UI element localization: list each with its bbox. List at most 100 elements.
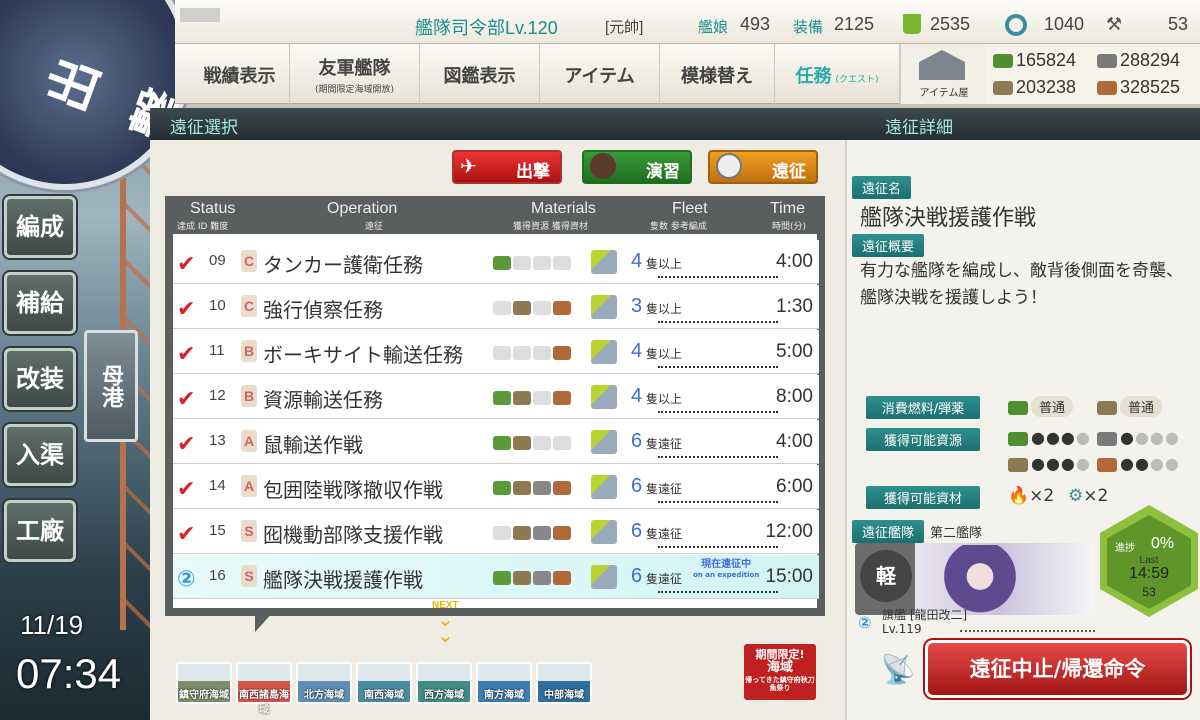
ammo-icon [1097,400,1117,415]
steel-icon [1097,54,1117,69]
steel-icon [533,481,551,495]
sea-area-tab[interactable]: 中部海域 [536,662,592,704]
on-expedition-text: 現在遠征中 [701,559,752,570]
row-fleet-count: 6 [631,520,643,542]
ammo-icon [513,256,531,270]
row-fleet-count: 3 [631,295,643,317]
ship-silhouettes [658,272,778,278]
gain-fuel-rating: ●●●● [1008,428,1091,447]
sea-area-tab[interactable]: 鎮守府海域 [176,662,232,704]
steel-icon [533,571,551,585]
steel-icon [1097,431,1117,446]
row-name: ボーキサイト輸送任務 [263,343,463,367]
event-area-line3: 帰ってきた鎮守府秋刀魚祭り [745,676,815,692]
admiral-rank: [元帥] [605,19,644,36]
sea-area-tab[interactable]: 西方海域 [416,662,472,704]
fuel-icon [993,54,1013,69]
row-fleet-count: 4 [631,250,643,272]
recall-expedition-button[interactable]: 遠征中止/帰還命令 [925,640,1190,698]
on-expedition-icon: ② [177,567,196,592]
ammo-icon [513,571,531,585]
row-difficulty: B [241,340,257,362]
tab-battle-record[interactable]: 戦績表示 [190,44,290,104]
player-name-redacted [180,8,220,22]
port-button[interactable]: 母港 [84,330,138,442]
header-status: Status [190,200,236,217]
remaining-time: 14:59 [1128,565,1170,582]
consume-ammo-value: 普通 [1120,396,1163,417]
item-shop-button[interactable]: アイテム屋 [900,44,985,104]
row-id: 14 [209,477,226,494]
row-difficulty: C [241,295,257,317]
table-row[interactable]: ✔ 12 B 資源輸送任務 4 隻以上 8:00 [173,375,819,419]
row-fleet-label: 隻遠征 [646,527,683,541]
row-fleet-count: 4 [631,385,643,407]
row-time: 6:00 [776,476,813,497]
resource-panel: 165824 288294 203238 328525 [985,44,1200,104]
ammo-icon [513,301,531,315]
table-row[interactable]: ✔ 10 C 強行偵察任務 3 隻以上 1:30 [173,285,819,329]
next-page-button[interactable]: NEXT ⌄ ⌄ [432,600,459,645]
header-fleet-sub: 隻数 参考編成 [650,222,707,232]
reward-item-icon [591,295,617,319]
nav-arsenal-button[interactable]: 工廠 [4,500,76,562]
tab-quests[interactable]: 任務 (クエスト) [775,44,900,104]
fuel-amount: 165824 [993,50,1076,71]
nav-organize-button[interactable]: 編成 [4,196,76,258]
item-shop-label: アイテム屋 [919,88,969,99]
header-materials: Materials [531,200,596,217]
tab-friend-fleet-label: 友軍艦隊 [318,58,391,79]
tab-friend-fleet[interactable]: 友軍艦隊 (期間限定海域開放) [290,44,420,104]
fuel-icon [493,436,511,450]
row-id: 10 [209,297,226,314]
ammo-icon [513,436,531,450]
table-row[interactable]: ✔ 15 S 囮機動部隊支援作戦 6 隻遠征 12:00 [173,510,819,554]
tab-items-label: アイテム [564,66,635,87]
flame-icon: 🔥 [1008,486,1030,506]
ship-type-badge: 軽 [860,550,912,602]
clock-time: 07:34 [16,650,122,697]
sea-area-tab[interactable]: 南方海域 [476,662,532,704]
tab-furniture[interactable]: 模様替え [660,44,775,104]
nav-remodel-button[interactable]: 改装 [4,348,76,410]
tab-encyclopedia[interactable]: 図鑑表示 [420,44,540,104]
expedition-summary-label: 遠征概要 [852,234,925,257]
nav-supply-button[interactable]: 補給 [4,272,76,334]
steel-icon [533,436,551,450]
sea-area-tab[interactable]: 南西海域 [356,662,412,704]
table-row[interactable]: ② 16 S 艦隊決戦援護作戦 6 隻遠征 現在遠征中 on an expedition 15:… [173,555,819,599]
row-difficulty: S [241,520,257,542]
row-fleet-label: 隻遠征 [646,437,683,451]
expedition-fleet-name: 第二艦隊 [930,526,983,541]
row-name: 資源輸送任務 [263,388,383,412]
sortie-mode-label: 出撃 [516,162,550,182]
sea-area-tab[interactable]: 南西諸島海域 [236,662,292,716]
table-row[interactable]: ✔ 11 B ボーキサイト輸送任務 4 隻以上 5:00 [173,330,819,374]
gain-material-1-value: ×2 [1029,486,1055,506]
event-area-button[interactable]: 期間限定! 海域 帰ってきた鎮守府秋刀魚祭り [744,644,816,700]
table-row[interactable]: ✔ 13 A 鼠輸送作戦 6 隻遠征 4:00 [173,420,819,464]
fleet-ship-silhouettes [960,622,1095,632]
nav-docking-button[interactable]: 入渠 [4,424,76,486]
flagship-portrait [935,545,1025,615]
plane-icon: ✈ [460,154,477,178]
consume-fuel-value: 普通 [1031,396,1074,417]
row-fleet-count: 6 [631,475,643,497]
ship-count: 493 [740,14,771,34]
reward-item-icon [591,565,617,589]
table-row[interactable]: ✔ 09 C タンカー護衛任務 4 隻以上 4:00 [173,240,819,284]
equip-count: 2125 [834,14,875,34]
row-id: 09 [209,252,226,269]
header-fleet: Fleet [672,200,708,217]
expedition-mode-button[interactable]: 遠征 [708,150,818,184]
event-area-line2: 海域 [766,660,793,675]
header-time: Time [770,200,805,217]
gain-ammo-rating: ●●●● [1008,454,1091,473]
steel-icon [533,391,551,405]
exercise-mode-button[interactable]: 演習 [582,150,692,184]
tab-items[interactable]: アイテム [540,44,660,104]
sea-area-tab[interactable]: 北方海域 [296,662,352,704]
sortie-mode-button[interactable]: ✈ 出撃 [452,150,562,184]
completed-check-icon: ✔ [177,342,196,367]
table-row[interactable]: ✔ 14 A 包囲陸戦隊撤収作戦 6 隻遠征 6:00 [173,465,819,509]
